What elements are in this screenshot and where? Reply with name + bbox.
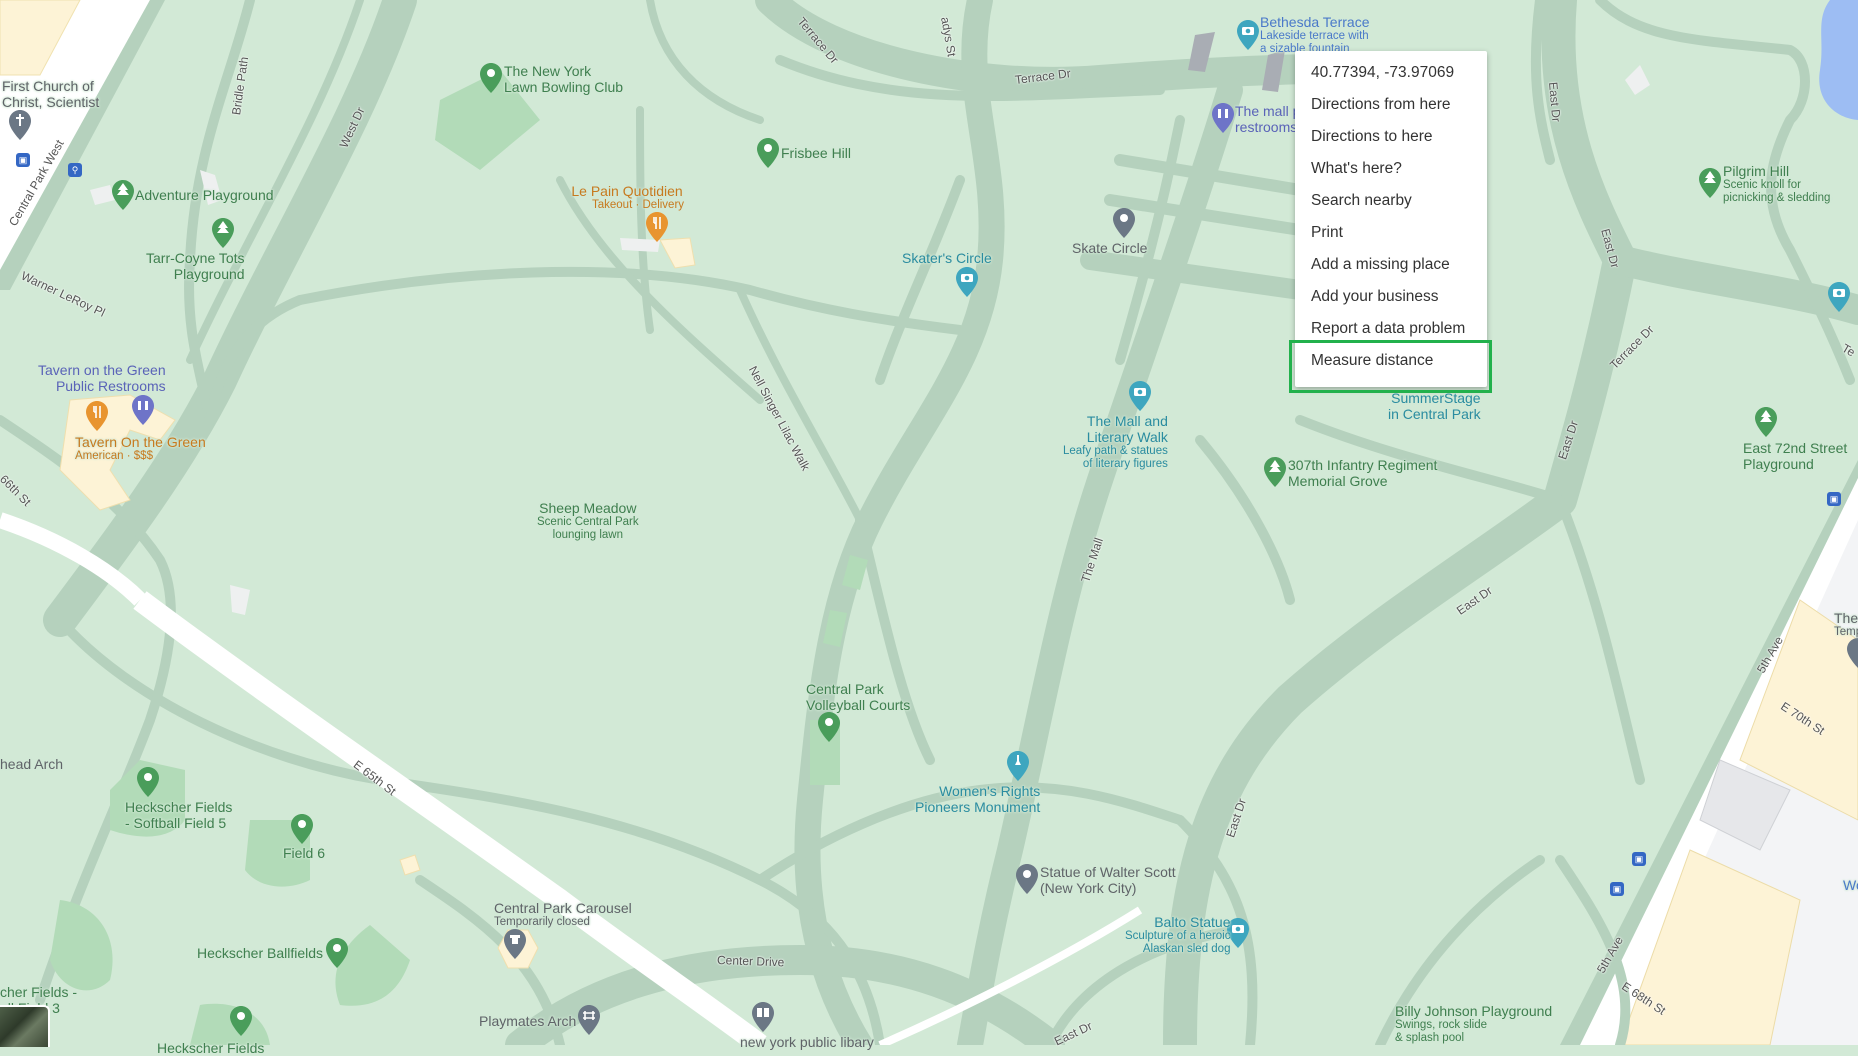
context-menu-search-nearby[interactable]: Search nearby: [1295, 185, 1487, 217]
label-tavern-restrooms[interactable]: Tavern on the Green Public Restrooms: [38, 362, 166, 394]
label-heckscher-5[interactable]: Heckscher Fields - Softball Field 5: [125, 799, 232, 831]
label-billy-johnson[interactable]: Billy Johnson Playground Swings, rock sli…: [1395, 1003, 1552, 1045]
label-balto[interactable]: Balto Statue Sculpture of a heroic Alaskan…: [1125, 914, 1230, 956]
label-volleyball[interactable]: Central Park Volleyball Courts: [806, 681, 910, 713]
label-first-church[interactable]: First Church of Christ, Scientist: [2, 78, 99, 110]
label-tavern[interactable]: Tavern On the Green American · $$$: [75, 434, 206, 463]
label-tarr-coyne[interactable]: Tarr-Coyne Tots Playground: [146, 250, 245, 282]
label-lawn-bowling[interactable]: The New York Lawn Bowling Club: [504, 63, 623, 95]
pin-heckscher-bottom[interactable]: [230, 1006, 252, 1036]
library-pin-nypl[interactable]: [752, 1002, 774, 1032]
camera-pin-conservatory[interactable]: [1828, 282, 1850, 312]
context-menu-whats-here[interactable]: What's here?: [1295, 153, 1487, 185]
context-menu-directions-to-here[interactable]: Directions to here: [1295, 121, 1487, 153]
camera-pin-skaters-circle[interactable]: [956, 267, 978, 297]
pin-heckscher-ballfields[interactable]: [326, 938, 348, 968]
road-center-drive: Center Drive: [716, 953, 785, 970]
context-menu-add-your-business[interactable]: Add your business: [1295, 281, 1487, 313]
pin-lawn-bowling[interactable]: [480, 63, 502, 93]
label-womens-rights[interactable]: Women's Rights Pioneers Monument: [915, 783, 1040, 815]
context-menu-print[interactable]: Print: [1295, 217, 1487, 249]
context-menu-coordinates[interactable]: 40.77394, -73.97069: [1295, 57, 1487, 89]
context-menu-report-data-problem[interactable]: Report a data problem: [1295, 313, 1487, 345]
label-nypl[interactable]: new york public libary: [740, 1034, 874, 1050]
label-le-pain[interactable]: Le Pain Quotidien Takeout · Delivery: [570, 183, 684, 212]
label-307th[interactable]: 307th Infantry Regiment Memorial Grove: [1288, 457, 1437, 489]
monument-pin-womens-rights[interactable]: [1007, 751, 1029, 781]
label-wo[interactable]: Wo: [1843, 877, 1858, 893]
restaurant-pin-tavern[interactable]: [86, 401, 108, 431]
bus-stop-icon[interactable]: ▣: [1827, 492, 1841, 506]
label-head-arch[interactable]: head Arch: [0, 756, 63, 772]
label-pilgrim-hill[interactable]: Pilgrim Hill Scenic knoll for picnicking &…: [1723, 163, 1830, 205]
tree-pin-tarr-coyne[interactable]: [212, 218, 234, 248]
label-field-6[interactable]: Field 6: [283, 845, 325, 861]
label-adventure-playground[interactable]: Adventure Playground: [135, 187, 274, 203]
museum-pin-temple[interactable]: [1847, 638, 1858, 668]
pin-heckscher-5[interactable]: [137, 767, 159, 797]
label-sheep-meadow[interactable]: Sheep Meadow Scenic Central Park lounging …: [537, 500, 639, 542]
tree-pin-307th[interactable]: [1264, 457, 1286, 487]
camera-pin-mall-literary[interactable]: [1129, 381, 1151, 411]
camera-pin-bethesda[interactable]: [1237, 20, 1259, 50]
carousel-pin[interactable]: [504, 929, 526, 959]
bus-stop-icon[interactable]: ▣: [1632, 852, 1646, 866]
label-mall-literary[interactable]: The Mall and Literary Walk Leafy path & st…: [1063, 413, 1168, 471]
tree-pin-adventure-playground[interactable]: [112, 180, 134, 210]
restaurant-pin-le-pain[interactable]: [646, 212, 668, 242]
bus-stop-icon[interactable]: ▣: [1610, 882, 1624, 896]
pin-frisbee-hill[interactable]: [757, 138, 779, 168]
context-menu-directions-from-here[interactable]: Directions from here: [1295, 89, 1487, 121]
label-skaters-circle[interactable]: Skater's Circle: [902, 250, 992, 266]
tree-pin-pilgrim-hill[interactable]: [1699, 168, 1721, 198]
pin-field-6[interactable]: [291, 814, 313, 844]
pin-walter-scott[interactable]: [1016, 864, 1038, 894]
label-skate-circle[interactable]: Skate Circle: [1072, 240, 1147, 256]
pin-volleyball[interactable]: [818, 712, 840, 742]
label-summerstage[interactable]: SummerStage in Central Park: [1388, 390, 1481, 422]
bridge-pin-playmates-arch[interactable]: [578, 1005, 600, 1035]
label-carousel[interactable]: Central Park Carousel Temporarily closed: [494, 900, 632, 929]
bike-share-icon[interactable]: ⚲: [68, 163, 82, 177]
label-mall-restrooms[interactable]: The mall p restrooms: [1235, 103, 1300, 135]
church-pin[interactable]: [9, 110, 31, 140]
map-context-menu: 40.77394, -73.97069 Directions from here…: [1295, 51, 1487, 387]
label-temple[interactable]: TheTemp: [1834, 610, 1858, 639]
label-playmates-arch[interactable]: Playmates Arch: [479, 1013, 576, 1029]
label-heckscher-bottom[interactable]: Heckscher Fields: [157, 1040, 264, 1056]
pin-skate-circle[interactable]: [1113, 208, 1135, 238]
label-walter-scott[interactable]: Statue of Walter Scott (New York City): [1040, 864, 1176, 896]
restroom-pin-mall[interactable]: [1212, 103, 1234, 133]
layers-toggle-thumbnail[interactable]: [0, 1005, 50, 1047]
restroom-pin-tavern[interactable]: [132, 395, 154, 425]
map-canvas[interactable]: [0, 0, 1858, 1045]
label-frisbee-hill[interactable]: Frisbee Hill: [781, 145, 851, 161]
context-menu-measure-distance[interactable]: Measure distance: [1295, 345, 1487, 377]
label-heckscher-ballfields[interactable]: Heckscher Ballfields: [197, 945, 323, 961]
bus-stop-icon[interactable]: ▣: [16, 153, 30, 167]
tree-pin-e72-playground[interactable]: [1755, 407, 1777, 437]
context-menu-add-missing-place[interactable]: Add a missing place: [1295, 249, 1487, 281]
label-e72-playground[interactable]: East 72nd Street Playground: [1743, 440, 1847, 472]
label-bethesda[interactable]: Bethesda Terrace Lakeside terrace with a s…: [1260, 14, 1369, 56]
